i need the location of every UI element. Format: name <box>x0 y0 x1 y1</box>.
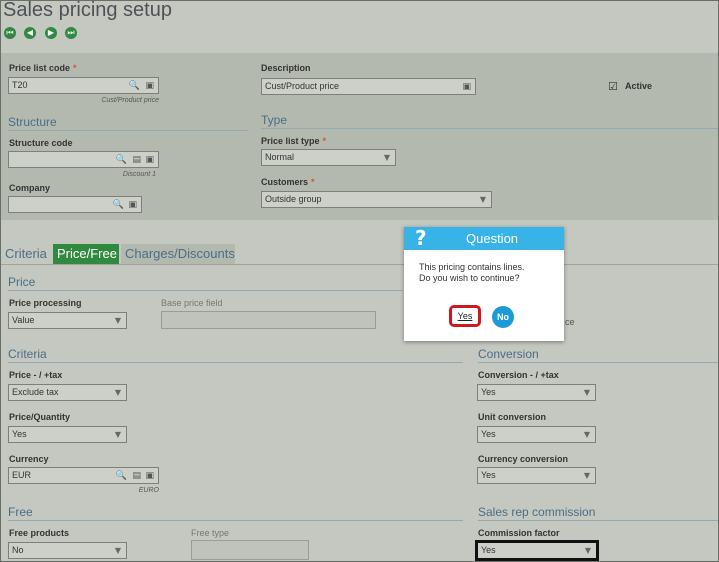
type-divider <box>261 128 718 129</box>
chevron-down-icon: ▼ <box>583 430 590 439</box>
free-section-title: Free <box>8 505 33 519</box>
previous-record-button[interactable]: ◀ <box>24 27 36 39</box>
unit-conversion-select[interactable]: Yes ▼ <box>477 426 596 443</box>
link-icon[interactable]: ▤ <box>132 469 141 484</box>
commission-section-title: Sales rep commission <box>478 505 596 519</box>
price-list-type-label: Price list type * <box>261 136 327 146</box>
price-tax-label: Price - / +tax <box>9 370 63 380</box>
company-label: Company <box>9 183 51 193</box>
price-list-type-select[interactable]: Normal ▼ <box>261 149 396 166</box>
conversion-tax-label: Conversion - / +tax <box>478 370 559 380</box>
currency-conversion-select[interactable]: Yes ▼ <box>477 467 596 484</box>
price-quantity-label: Price/Quantity <box>9 412 71 422</box>
structure-code-label: Structure code <box>9 138 73 148</box>
free-type-label: Free type <box>191 528 230 538</box>
no-button[interactable]: No <box>492 306 514 328</box>
dialog-message: This pricing contains lines. Do you wish… <box>419 262 525 284</box>
last-icon: ⏭ <box>67 28 75 37</box>
text-edit-icon[interactable]: ▣ <box>462 80 471 95</box>
structure-divider <box>8 130 248 131</box>
tab-charges-discounts[interactable]: Charges/Discounts <box>121 244 235 264</box>
price-section-title: Price <box>8 275 36 289</box>
price-quantity-select[interactable]: Yes ▼ <box>8 426 127 443</box>
search-icon[interactable]: 🔍 <box>116 153 127 168</box>
description-label: Description <box>261 63 311 73</box>
dialog-title: Question <box>466 231 519 246</box>
dialog-message-line-2: Do you wish to continue? <box>419 273 520 283</box>
zoom-icon[interactable]: ▣ <box>145 469 154 484</box>
chevron-down-icon: ▼ <box>583 388 590 397</box>
partial-label: ce <box>565 317 575 327</box>
dialog-message-line-1: This pricing contains lines. <box>419 262 525 272</box>
search-icon[interactable]: 🔍 <box>116 469 127 484</box>
criteria-section-title: Criteria <box>8 347 47 361</box>
conversion-section-title: Conversion <box>478 347 539 361</box>
currency-label: Currency <box>9 454 49 464</box>
price-processing-label: Price processing <box>9 298 82 308</box>
tab-bar-divider <box>1 264 718 265</box>
commission-factor-select[interactable]: Yes ▼ <box>475 540 599 561</box>
currency-description: EURO <box>138 487 159 494</box>
free-products-label: Free products <box>9 528 70 538</box>
price-list-code-input[interactable]: T20 🔍 ▣ <box>8 77 159 94</box>
chevron-down-icon: ▼ <box>114 430 121 439</box>
conversion-tax-select[interactable]: Yes ▼ <box>477 384 596 401</box>
chevron-down-icon: ▼ <box>584 546 591 555</box>
chevron-down-icon: ▼ <box>114 546 121 555</box>
structure-section-title: Structure <box>8 115 57 129</box>
first-record-button[interactable]: ⏮ <box>4 27 16 39</box>
price-list-code-label: Price list code * <box>9 63 77 73</box>
structure-code-description: Discount 1 <box>122 171 156 178</box>
active-checkbox[interactable]: ☑ <box>608 80 618 93</box>
criteria-divider <box>8 362 463 363</box>
chevron-down-icon: ▼ <box>479 195 486 204</box>
first-icon: ⏮ <box>6 28 14 37</box>
price-processing-select[interactable]: Value ▼ <box>8 312 127 329</box>
question-icon: ? <box>415 226 427 250</box>
zoom-icon[interactable]: ▣ <box>128 198 137 213</box>
commission-factor-label: Commission factor <box>478 528 560 538</box>
page-title: Sales pricing setup <box>3 0 172 21</box>
free-divider <box>8 520 463 521</box>
free-type-input <box>191 540 309 560</box>
search-icon[interactable]: 🔍 <box>113 198 124 213</box>
previous-icon: ◀ <box>26 28 34 37</box>
chevron-down-icon: ▼ <box>383 153 390 162</box>
base-price-field-input <box>161 311 376 329</box>
base-price-field-label: Base price field <box>161 298 223 308</box>
conversion-divider <box>478 362 718 363</box>
search-icon[interactable]: 🔍 <box>129 79 140 94</box>
chevron-down-icon: ▼ <box>114 316 121 325</box>
zoom-icon[interactable]: ▣ <box>145 79 154 94</box>
next-record-button[interactable]: ▶ <box>45 27 57 39</box>
tab-price-free[interactable]: Price/Free <box>53 244 119 264</box>
free-products-select[interactable]: No ▼ <box>8 542 127 559</box>
dialog-header: ? Question <box>404 226 564 250</box>
type-section-title: Type <box>261 113 288 127</box>
structure-code-input[interactable]: 🔍 ▤ ▣ <box>8 151 159 168</box>
link-icon[interactable]: ▤ <box>132 153 141 168</box>
currency-input[interactable]: EUR 🔍 ▤ ▣ <box>8 467 159 484</box>
company-input[interactable]: 🔍 ▣ <box>8 196 142 213</box>
description-input[interactable]: Cust/Product price ▣ <box>261 78 476 95</box>
customers-select[interactable]: Outside group ▼ <box>261 191 492 208</box>
zoom-icon[interactable]: ▣ <box>145 153 154 168</box>
price-divider <box>8 290 403 291</box>
active-label: Active <box>625 81 653 91</box>
commission-divider <box>478 520 718 521</box>
currency-conversion-label: Currency conversion <box>478 454 569 464</box>
chevron-down-icon: ▼ <box>114 388 121 397</box>
chevron-down-icon: ▼ <box>583 471 590 480</box>
tab-criteria[interactable]: Criteria <box>1 244 51 264</box>
question-dialog: ? Question This pricing contains lines. … <box>404 226 564 341</box>
price-list-code-description: Cust/Product price <box>101 97 159 104</box>
customers-label: Customers * <box>261 177 315 187</box>
app-window: Sales pricing setup ⏮ ◀ ▶ ⏭ Price list c… <box>0 0 719 562</box>
yes-button[interactable]: Yes <box>449 305 481 327</box>
next-icon: ▶ <box>47 28 55 37</box>
price-tax-select[interactable]: Exclude tax ▼ <box>8 384 127 401</box>
unit-conversion-label: Unit conversion <box>478 412 547 422</box>
last-record-button[interactable]: ⏭ <box>65 27 77 39</box>
